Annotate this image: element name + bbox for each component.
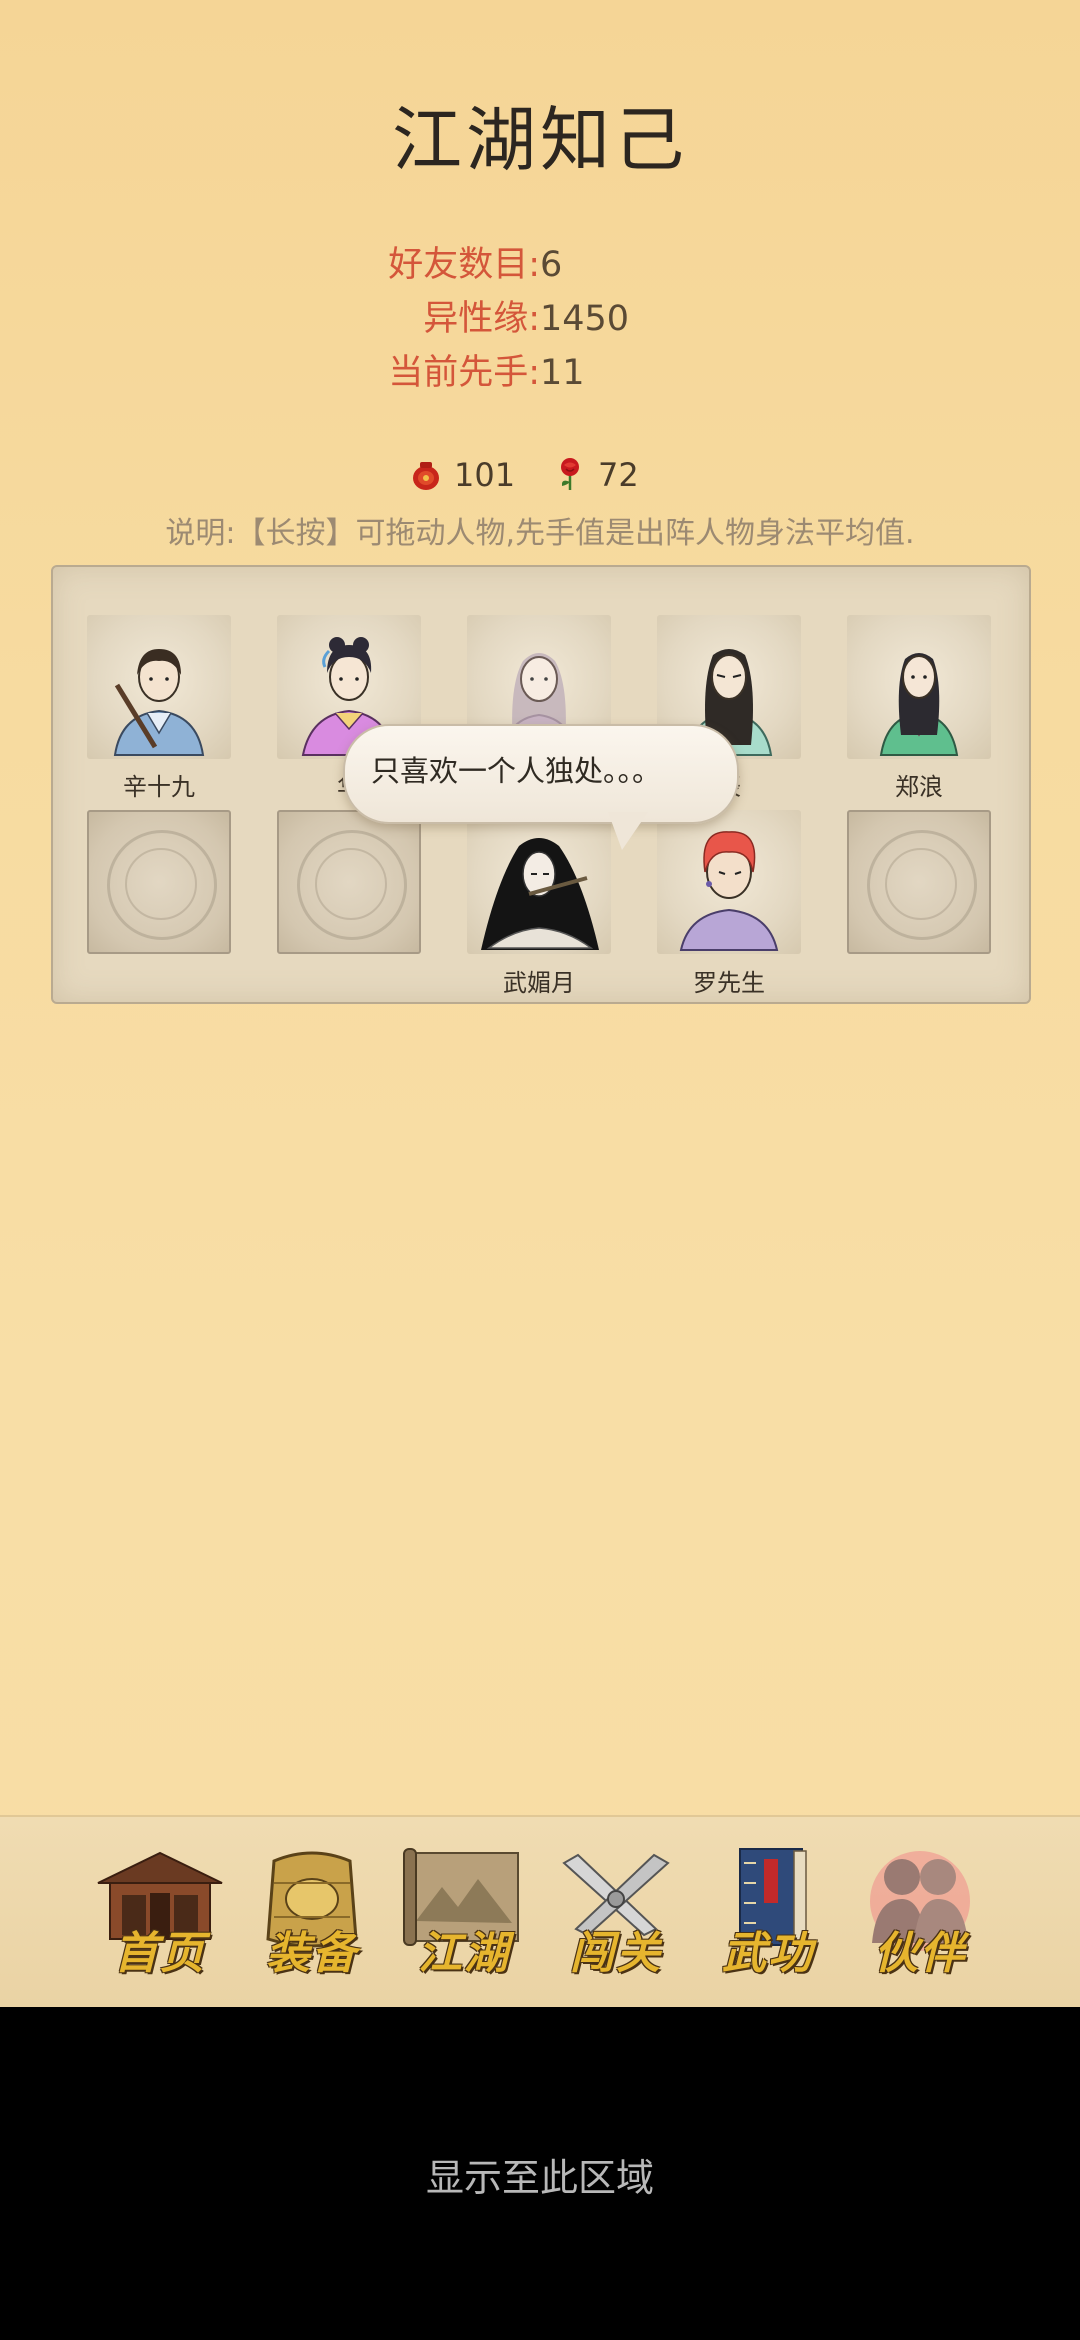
tab-companions-label: 伙伴	[874, 1928, 966, 1979]
companion-slot[interactable]	[847, 615, 991, 759]
tab-equipment[interactable]: 装备	[244, 1843, 380, 1983]
companion-slot[interactable]	[467, 810, 611, 954]
companion-slot[interactable]	[657, 810, 801, 954]
tab-jianghu[interactable]: 江湖	[396, 1843, 532, 1983]
speech-bubble: 只喜欢一个人独处。。。	[343, 724, 739, 824]
tab-jianghu-label: 江湖	[418, 1928, 510, 1979]
tab-home[interactable]: 首页	[92, 1843, 228, 1983]
tab-home-label: 首页	[114, 1928, 206, 1979]
speech-bubble-tail	[608, 812, 648, 850]
companion-name: 罗先生	[693, 969, 765, 997]
pouch-count: 101	[454, 456, 516, 494]
companion-portrait	[879, 653, 959, 756]
friend-count-label: 好友数目:	[388, 245, 540, 285]
empty-companion-slot[interactable]	[847, 810, 991, 954]
bottom-tab-bar: 首页 装备 江湖 闯关 武功 伙伴	[0, 1815, 1080, 2009]
friend-count-value: 6	[540, 245, 563, 285]
companion-name: 郑浪	[895, 773, 943, 801]
display-limit-text: 显示至此区域	[425, 2156, 654, 2200]
charm-value: 1450	[540, 299, 630, 339]
red-pouch-icon	[413, 462, 439, 490]
tab-companions[interactable]: 伙伴	[852, 1843, 988, 1983]
companion-name: 辛十九	[123, 773, 195, 801]
tab-equipment-label: 装备	[266, 1928, 358, 1979]
tab-martial-arts[interactable]: 武功	[700, 1843, 836, 1983]
initiative-label: 当前先手:	[388, 353, 540, 393]
companion-name: 武媚月	[503, 969, 575, 997]
empty-companion-slot[interactable]	[277, 810, 421, 954]
empty-companion-slot[interactable]	[87, 810, 231, 954]
rose-icon	[561, 458, 579, 490]
display-limit-area: 显示至此区域	[0, 2007, 1080, 2340]
companion-portrait	[679, 831, 779, 951]
tab-challenge-label: 闯关	[570, 1928, 662, 1979]
companion-portrait	[113, 649, 205, 756]
instruction-text: 说明:【长按】可拖动人物,先手值是出阵人物身法平均值.	[165, 516, 915, 551]
charm-label: 异性缘:	[423, 299, 540, 339]
companion-portrait	[481, 838, 599, 950]
tab-martial-arts-label: 武功	[722, 1928, 814, 1979]
companion-slot[interactable]	[87, 615, 231, 759]
speech-bubble-text: 只喜欢一个人独处。。。	[371, 754, 662, 788]
tab-challenge[interactable]: 闯关	[548, 1843, 684, 1983]
page-title: 江湖知己	[392, 99, 688, 181]
initiative-value: 11	[540, 353, 585, 393]
rose-count: 72	[598, 456, 639, 494]
